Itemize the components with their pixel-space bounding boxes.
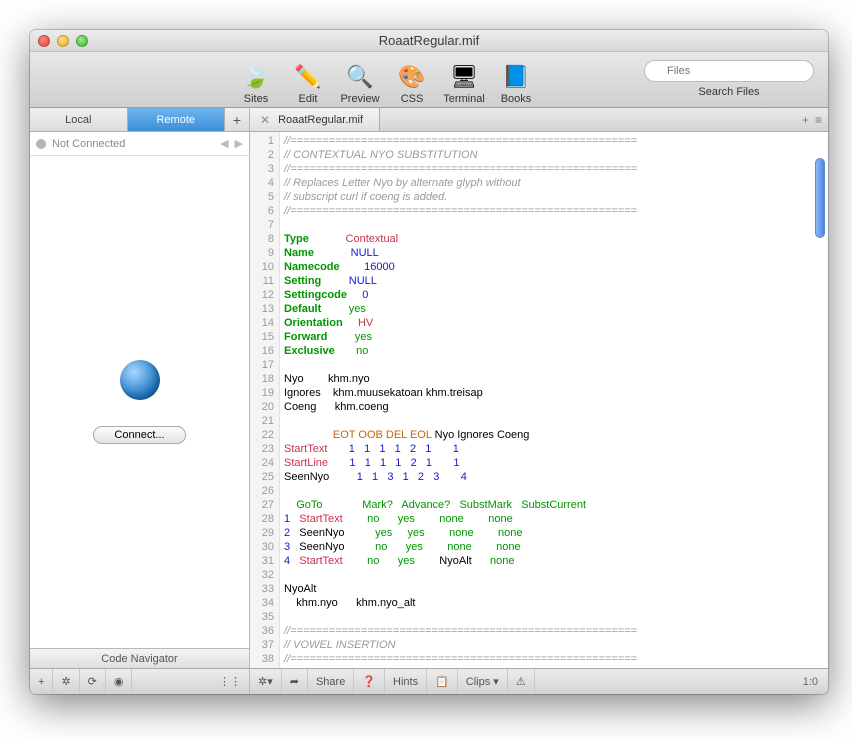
status-item[interactable]: 📋 (427, 669, 458, 694)
tab-menu-icon[interactable]: ≡ (815, 113, 822, 127)
sidebar-drag-handle[interactable]: ⋮⋮ (211, 669, 249, 694)
toolbar-label: Terminal (443, 93, 485, 105)
toolbar: 🍃Sites✏️Edit🔍Preview🎨CSS🖥Terminal📘Books … (30, 52, 828, 108)
window-title: RoaatRegular.mif (30, 33, 828, 48)
status-item[interactable]: + (30, 669, 53, 694)
toolbar-label: Preview (340, 93, 379, 105)
search-input[interactable] (644, 60, 814, 82)
status-item[interactable]: Clips ▾ (458, 669, 508, 694)
toolbar-css[interactable]: 🎨CSS (386, 52, 438, 107)
status-item[interactable]: ⚠ (508, 669, 535, 694)
toolbar-label: CSS (401, 93, 424, 105)
add-editor-tab-button[interactable]: + (802, 113, 809, 127)
toolbar-preview[interactable]: 🔍Preview (334, 52, 386, 107)
connect-button[interactable]: Connect... (93, 426, 185, 444)
status-item[interactable]: Hints (385, 669, 427, 694)
sidebar: Local Remote + Not Connected ◀ ▶ Connect… (30, 108, 250, 668)
toolbar-terminal[interactable]: 🖥Terminal (438, 52, 490, 107)
sidebar-tabs: Local Remote + (30, 108, 249, 132)
sites-icon: 🍃 (240, 61, 272, 93)
editor-tab-label: RoaatRegular.mif (278, 114, 363, 126)
close-window-button[interactable] (38, 35, 50, 47)
code-navigator-header[interactable]: Code Navigator (30, 648, 249, 668)
status-item[interactable]: ⟳ (80, 669, 106, 694)
traffic-lights (38, 35, 88, 47)
toolbar-label: Books (501, 93, 532, 105)
nav-forward-icon[interactable]: ▶ (235, 137, 243, 150)
nav-back-icon[interactable]: ◀ (220, 137, 228, 150)
close-tab-icon[interactable]: ✕ (260, 113, 270, 127)
preview-icon: 🔍 (344, 61, 376, 93)
toolbar-edit[interactable]: ✏️Edit (282, 52, 334, 107)
tab-remote[interactable]: Remote (128, 108, 226, 131)
zoom-window-button[interactable] (76, 35, 88, 47)
css-icon: 🎨 (396, 61, 428, 93)
globe-icon (120, 360, 160, 400)
status-item[interactable]: ✲ (53, 669, 79, 694)
status-item[interactable]: ➦ (282, 669, 308, 694)
code-area[interactable]: 1234567891011121314151617181920212223242… (250, 132, 828, 668)
status-item[interactable]: ✲▾ (250, 669, 282, 694)
toolbar-sites[interactable]: 🍃Sites (230, 52, 282, 107)
toolbar-label: Sites (244, 93, 268, 105)
status-item[interactable]: Share (308, 669, 354, 694)
toolbar-books[interactable]: 📘Books (490, 52, 542, 107)
main-area: Local Remote + Not Connected ◀ ▶ Connect… (30, 108, 828, 668)
terminal-icon: 🖥 (448, 61, 480, 93)
statusbar: +✲⟳◉ ⋮⋮ ✲▾➦Share❓Hints📋Clips ▾⚠ 1:0 (30, 668, 828, 694)
code-content[interactable]: //======================================… (280, 132, 828, 668)
connection-status: Not Connected (52, 138, 125, 150)
editor-tab[interactable]: ✕ RoaatRegular.mif (250, 108, 380, 131)
toolbar-label: Edit (299, 93, 318, 105)
edit-icon: ✏️ (292, 61, 324, 93)
tab-local[interactable]: Local (30, 108, 128, 131)
status-dot-icon (36, 139, 46, 149)
vertical-scrollbar[interactable] (815, 158, 825, 238)
books-icon: 📘 (500, 61, 532, 93)
status-item[interactable]: ❓ (354, 669, 385, 694)
search-label: Search Files (698, 86, 759, 98)
line-gutter: 1234567891011121314151617181920212223242… (250, 132, 280, 668)
connect-panel: Connect... (30, 156, 249, 648)
add-tab-button[interactable]: + (225, 108, 249, 131)
titlebar: RoaatRegular.mif (30, 30, 828, 52)
cursor-position: 1:0 (803, 676, 828, 688)
minimize-window-button[interactable] (57, 35, 69, 47)
status-item[interactable]: ◉ (106, 669, 133, 694)
connection-status-row: Not Connected ◀ ▶ (30, 132, 249, 156)
editor-panel: ✕ RoaatRegular.mif + ≡ 12345678910111213… (250, 108, 828, 668)
app-window: RoaatRegular.mif 🍃Sites✏️Edit🔍Preview🎨CS… (30, 30, 828, 694)
editor-tabstrip: ✕ RoaatRegular.mif + ≡ (250, 108, 828, 132)
